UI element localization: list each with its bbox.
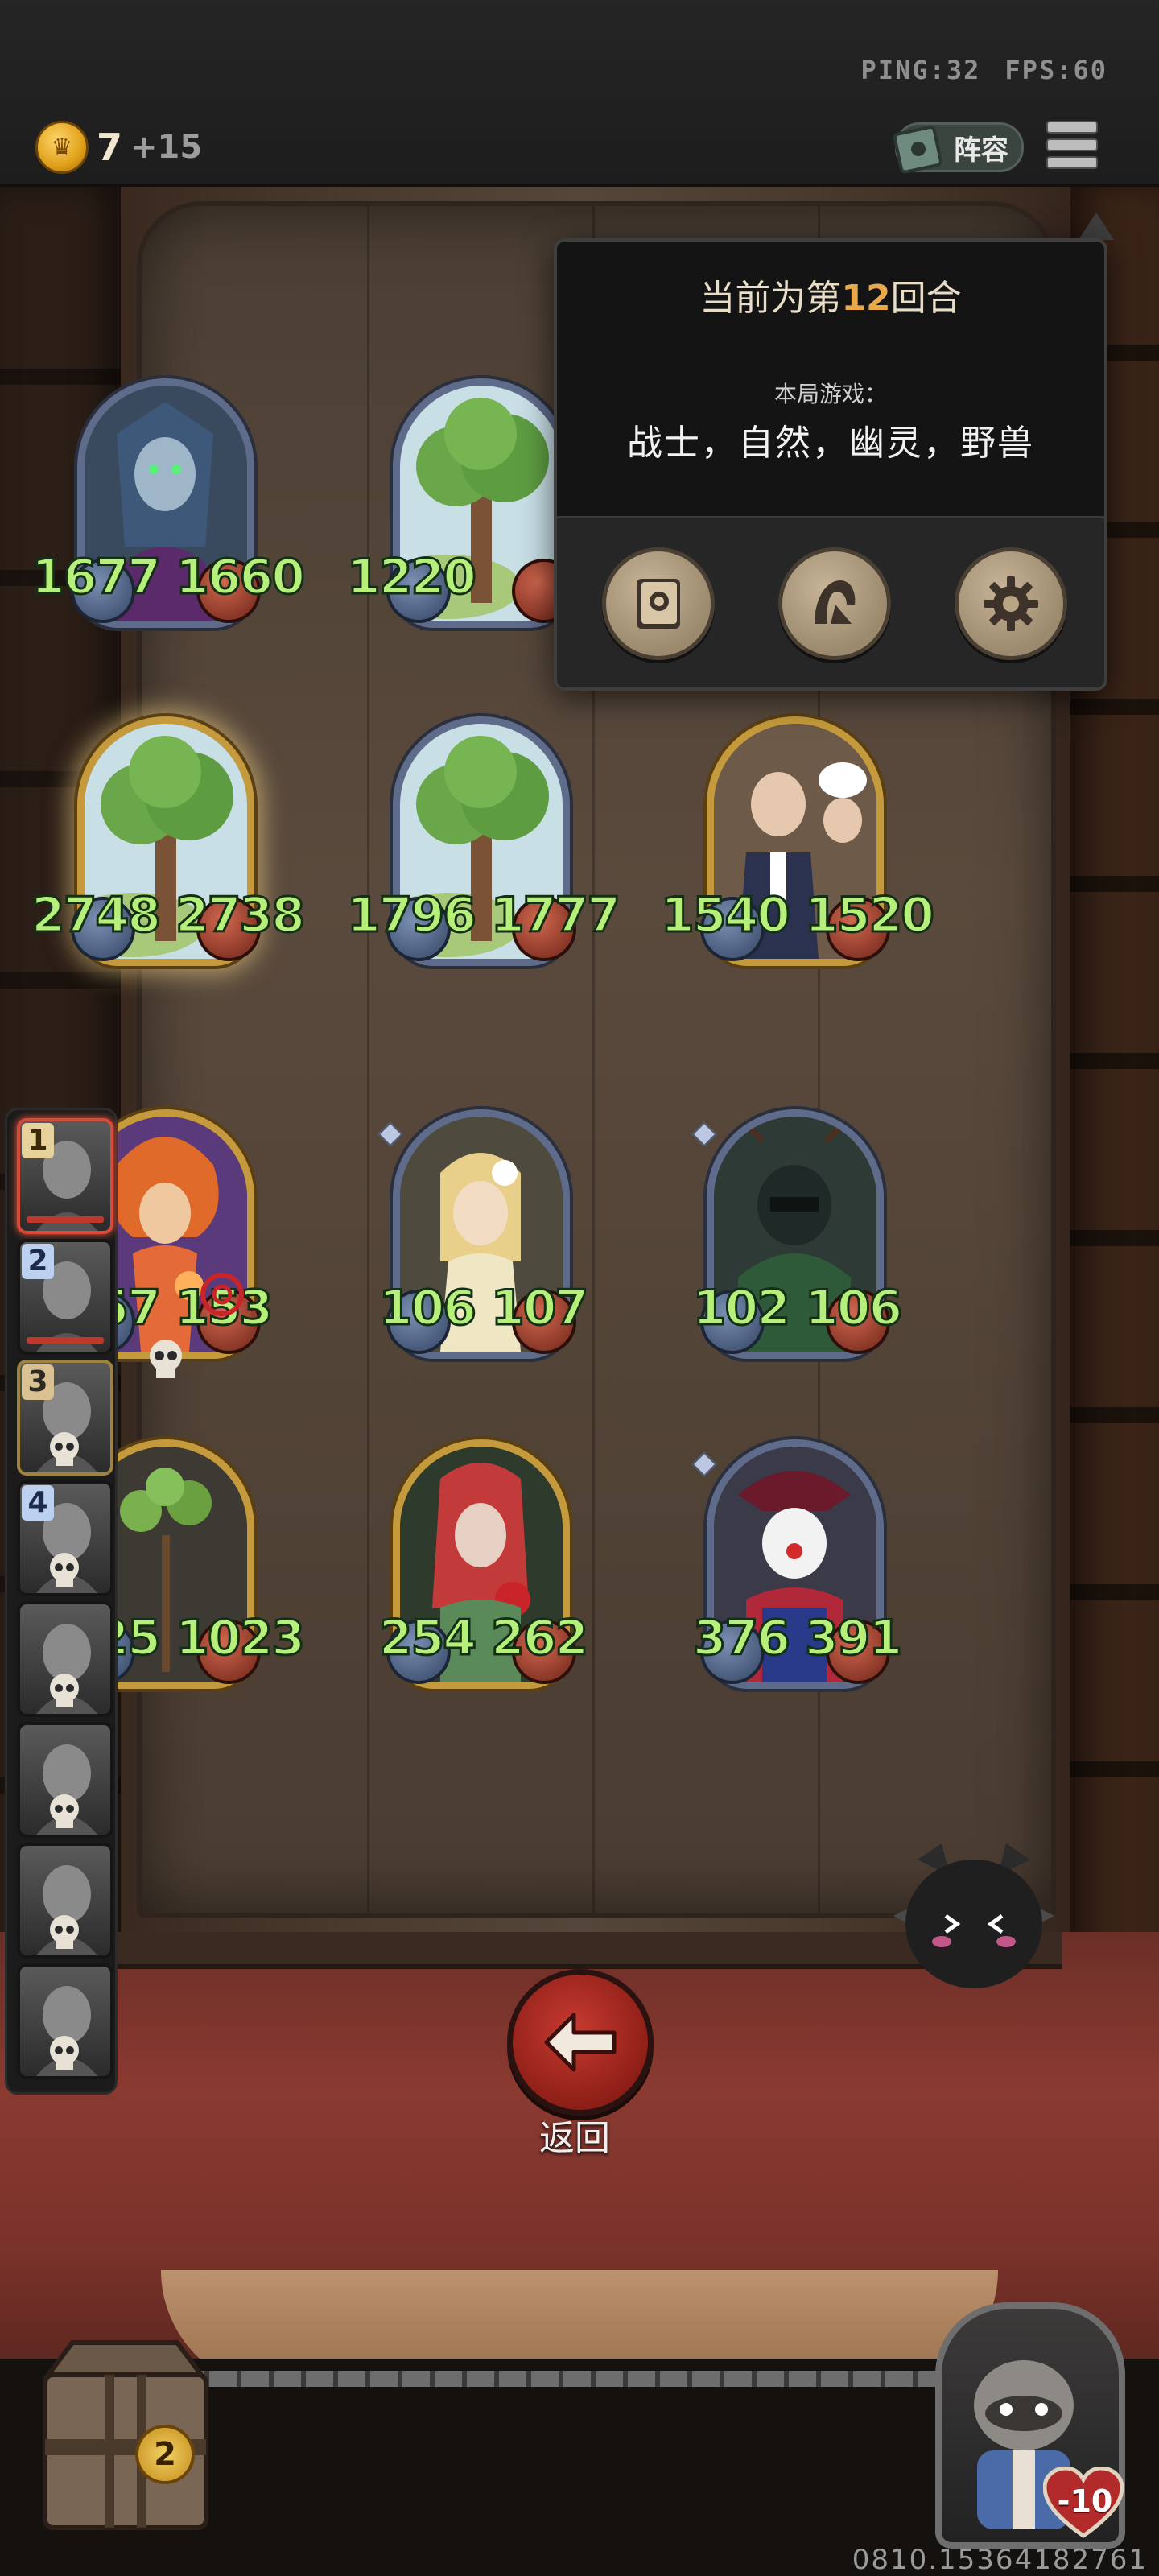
back-button[interactable] <box>507 1969 654 2116</box>
game-scene: PING:32 FPS:60 ♛ 7 +15 阵容 1677 1660 1220 27… <box>0 0 1159 2576</box>
faction-list: 战士，自然，幽灵，野兽 <box>627 423 1034 464</box>
gold-bonus: +15 <box>130 129 203 166</box>
minion-card[interactable]: 2748 2738 <box>31 716 307 974</box>
back-label: 返回 <box>539 2118 610 2159</box>
roster-rank: 3 <box>22 1364 54 1400</box>
health-value: 2738 <box>175 886 307 945</box>
roster-slot[interactable]: 3 <box>17 1360 113 1476</box>
game-mode-label: 本局游戏： <box>773 381 887 407</box>
roster-slot[interactable]: 2 <box>17 1239 113 1355</box>
skull-icon <box>50 1553 79 1587</box>
round-title: 当前为第12回合 <box>699 278 962 319</box>
attack-value: 1677 <box>31 548 163 607</box>
popup-actions <box>557 516 1104 687</box>
health-value: 106 <box>803 1279 903 1338</box>
health-value: 1520 <box>804 886 936 945</box>
roster-health-bar <box>27 1337 104 1344</box>
skull-icon <box>150 1340 182 1378</box>
skull-icon <box>50 1915 79 1949</box>
attack-value: 1540 <box>660 886 792 945</box>
attack-value: 376 <box>691 1609 791 1668</box>
gold-counter: ♛ 7 +15 <box>35 121 202 174</box>
hero-health: -10 <box>1057 2483 1113 2519</box>
arrow-left-icon <box>544 2013 617 2072</box>
health-value: 1023 <box>175 1609 307 1668</box>
lineup-button[interactable]: 阵容 <box>893 122 1024 174</box>
star-pips <box>691 1121 717 1147</box>
hero-info-button[interactable] <box>778 547 891 660</box>
round-info-popup: 当前为第12回合 本局游戏： 战士，自然，幽灵，野兽 <box>554 238 1107 691</box>
roster-slot[interactable] <box>17 1601 113 1717</box>
ping-readout: PING:32 <box>860 55 981 85</box>
skull-icon <box>50 2036 79 2070</box>
minion-card[interactable]: 376 391 <box>691 1439 904 1697</box>
attack-value: 1220 <box>346 548 478 607</box>
minion-card[interactable]: 106 107 <box>377 1109 590 1367</box>
hood-icon <box>815 580 856 624</box>
attack-value: 1796 <box>346 886 478 945</box>
settings-button[interactable] <box>955 547 1067 660</box>
hamburger-menu-icon[interactable] <box>1046 121 1098 169</box>
fps-readout: FPS:60 <box>1004 55 1107 85</box>
health-value: 1777 <box>490 886 622 945</box>
minion-card[interactable]: 1540 1520 <box>660 716 936 974</box>
card-codex-button[interactable] <box>602 547 715 660</box>
attack-value: 2748 <box>31 886 163 945</box>
rose-book-icon <box>637 579 680 629</box>
star-pip <box>691 1451 717 1477</box>
skull-icon <box>50 1794 79 1828</box>
chain-rail <box>113 2371 1046 2387</box>
health-value: 262 <box>489 1609 589 1668</box>
lineup-label: 阵容 <box>954 134 1008 167</box>
crate-count-badge: 2 <box>135 2425 195 2484</box>
health-value: 391 <box>803 1609 903 1668</box>
minion-card[interactable]: 102 106 <box>691 1109 904 1367</box>
treasure-crate-icon[interactable] <box>16 2326 233 2560</box>
star-pips <box>691 1451 717 1477</box>
crown-coin-icon: ♛ <box>35 121 89 174</box>
user-id: 0810.15364182761 <box>852 2544 1148 2576</box>
roster-rank: 4 <box>22 1485 54 1521</box>
minion-card[interactable]: 1677 1660 <box>31 378 307 636</box>
roster-health-bar <box>27 1216 104 1223</box>
gold-value: 7 <box>97 126 123 169</box>
roster-rank: 1 <box>22 1123 54 1158</box>
roster-slot[interactable]: 4 <box>17 1480 113 1596</box>
star-pip <box>377 1121 403 1147</box>
health-value: 107 <box>489 1279 589 1338</box>
roster-rank: 2 <box>22 1244 54 1279</box>
gear-icon <box>984 576 1038 631</box>
attack-value: 106 <box>377 1279 477 1338</box>
minion-card[interactable]: 1220 <box>346 378 578 636</box>
health-value: 1660 <box>175 548 307 607</box>
minion-card[interactable]: 1796 1777 <box>346 716 622 974</box>
player-roster: 1 2 3 4 <box>5 1108 118 2095</box>
shadow-cat-pet-icon <box>893 1843 1054 1988</box>
spiral-icon <box>200 1273 244 1316</box>
star-pips <box>377 1121 403 1147</box>
attack-value: 102 <box>691 1279 791 1338</box>
star-pip <box>691 1121 717 1147</box>
book-icon <box>893 126 942 174</box>
round-number: 12 <box>841 278 891 319</box>
roster-slot[interactable] <box>17 1963 113 2079</box>
skull-icon <box>50 1674 79 1707</box>
skull-icon <box>50 1432 79 1466</box>
roster-slot[interactable] <box>17 1843 113 1959</box>
attack-value: 254 <box>377 1609 477 1668</box>
network-status: PING:32 FPS:60 <box>861 55 1107 85</box>
popup-pointer <box>1079 213 1114 240</box>
roster-slot[interactable] <box>17 1722 113 1838</box>
roster-slot[interactable]: 1 <box>17 1118 113 1234</box>
minion-card[interactable]: 254 262 <box>377 1439 590 1697</box>
